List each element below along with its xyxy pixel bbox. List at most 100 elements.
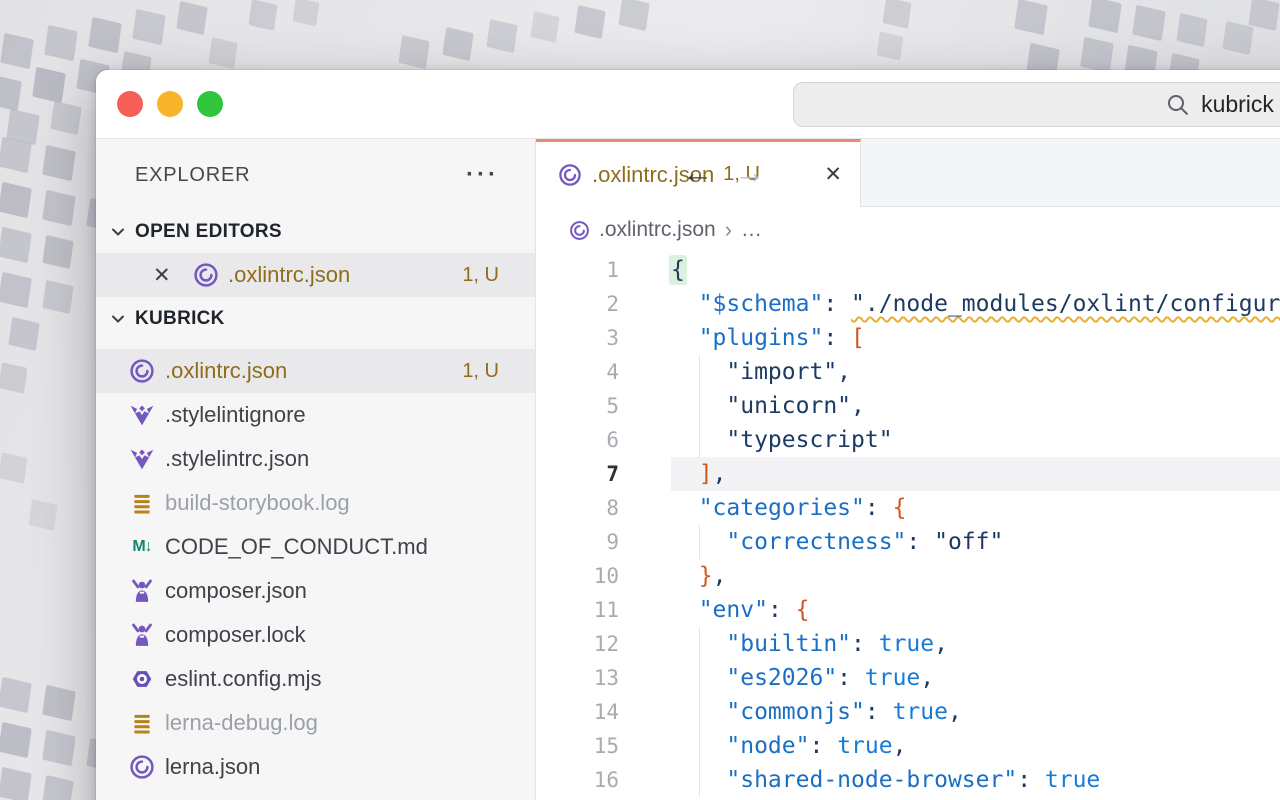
file-row[interactable]: eslint.config.mjs — [96, 657, 535, 701]
editor-pane: .oxlintrc.json 1, U ✕ .oxlintrc.json › …… — [536, 139, 1280, 800]
code-text: "correctness": "off" — [671, 525, 1280, 559]
close-tab-icon[interactable]: ✕ — [824, 162, 842, 187]
line-number: 4 — [536, 355, 671, 389]
file-row[interactable]: .stylelintrc.json — [96, 437, 535, 481]
open-editors-header[interactable]: OPEN EDITORS — [96, 211, 535, 253]
file-row[interactable]: .stylelintignore — [96, 393, 535, 437]
line-number: 8 — [536, 491, 671, 525]
file-row[interactable]: lerna.json — [96, 745, 535, 789]
code-line[interactable]: 7 ], — [536, 457, 1280, 491]
log-icon — [129, 490, 155, 516]
file-row[interactable]: build-storybook.log — [96, 481, 535, 525]
code-line[interactable]: 1{ — [536, 253, 1280, 287]
file-row[interactable]: M↓ CODE_OF_CONDUCT.md — [96, 525, 535, 569]
search-icon — [1166, 93, 1190, 117]
file-row[interactable]: composer.json — [96, 569, 535, 613]
code-text: { — [671, 253, 1280, 287]
close-window-button[interactable] — [117, 91, 143, 117]
code-line[interactable]: 14 "commonjs": true, — [536, 695, 1280, 729]
code-text: "node": true, — [671, 729, 1280, 763]
line-number: 13 — [536, 661, 671, 695]
code-line[interactable]: 13 "es2026": true, — [536, 661, 1280, 695]
code-line[interactable]: 15 "node": true, — [536, 729, 1280, 763]
explorer-title: EXPLORER — [135, 164, 250, 187]
file-row[interactable]: .oxlintrc.json 1, U — [96, 349, 535, 393]
code-line[interactable]: 16 "shared-node-browser": true — [536, 763, 1280, 797]
code-line[interactable]: 3 "plugins": [ — [536, 321, 1280, 355]
minimize-window-button[interactable] — [157, 91, 183, 117]
editor-window: ← → kubrick EXPLORER ··· OPEN EDITORS ✕ … — [96, 70, 1280, 800]
code-text: "shared-node-browser": true — [671, 763, 1280, 797]
stylelint-icon — [129, 446, 155, 472]
code-line[interactable]: 6 "typescript" — [536, 423, 1280, 457]
oxlint-icon — [569, 220, 590, 241]
file-name: CODE_OF_CONDUCT.md — [165, 534, 428, 560]
indent-guide — [699, 695, 700, 729]
search-value: kubrick — [1201, 91, 1274, 118]
line-number: 16 — [536, 763, 671, 797]
breadcrumb-separator-icon: › — [725, 217, 732, 243]
line-number: 10 — [536, 559, 671, 593]
search-input[interactable]: kubrick — [793, 82, 1280, 127]
line-number: 7 — [536, 457, 671, 491]
file-name: build-storybook.log — [165, 490, 350, 516]
code-text: "unicorn", — [671, 389, 1280, 423]
workspace-header[interactable]: KUBRICK — [96, 297, 535, 341]
lerna-icon — [129, 754, 155, 780]
line-number: 12 — [536, 627, 671, 661]
code-line[interactable]: 9 "correctness": "off" — [536, 525, 1280, 559]
file-name: .oxlintrc.json — [165, 358, 287, 384]
markdown-icon: M↓ — [129, 534, 155, 560]
file-row[interactable]: composer.lock — [96, 613, 535, 657]
modified-badge: 1, U — [462, 360, 499, 383]
code-text: "es2026": true, — [671, 661, 1280, 695]
breadcrumb[interactable]: .oxlintrc.json › … — [536, 207, 1280, 253]
file-list: .oxlintrc.json 1, U .stylelintignore .style… — [96, 349, 535, 789]
code-line[interactable]: 5 "unicorn", — [536, 389, 1280, 423]
titlebar: ← → kubrick — [96, 70, 1280, 139]
indent-guide — [699, 763, 700, 797]
indent-guide — [699, 729, 700, 763]
traffic-lights — [117, 91, 223, 117]
code-line[interactable]: 11 "env": { — [536, 593, 1280, 627]
line-number: 2 — [536, 287, 671, 321]
spacer — [96, 341, 535, 349]
code-line[interactable]: 4 "import", — [536, 355, 1280, 389]
line-number: 6 — [536, 423, 671, 457]
forward-arrow-icon: → — [734, 155, 765, 191]
close-editor-icon[interactable]: ✕ — [153, 263, 179, 288]
zoom-window-button[interactable] — [197, 91, 223, 117]
file-name: eslint.config.mjs — [165, 666, 322, 692]
composer-icon — [129, 622, 155, 648]
code-line[interactable]: 8 "categories": { — [536, 491, 1280, 525]
breadcrumb-more[interactable]: … — [741, 218, 763, 242]
open-editor-filename: .oxlintrc.json — [228, 262, 350, 288]
code-line[interactable]: 2 "$schema": "./node_modules/oxlint/conf… — [536, 287, 1280, 321]
file-name: lerna.json — [165, 754, 260, 780]
line-number: 1 — [536, 253, 671, 287]
back-arrow-icon[interactable]: ← — [682, 155, 713, 191]
chevron-down-icon — [109, 223, 127, 241]
eslint-icon — [129, 666, 155, 692]
file-row[interactable]: lerna-debug.log — [96, 701, 535, 745]
code-area[interactable]: 1{2 "$schema": "./node_modules/oxlint/co… — [536, 253, 1280, 800]
code-text: "categories": { — [671, 491, 1280, 525]
code-text: }, — [671, 559, 1280, 593]
code-text: "$schema": "./node_modules/oxlint/config… — [671, 287, 1280, 321]
file-name: composer.json — [165, 578, 307, 604]
tab-strip: .oxlintrc.json 1, U ✕ — [536, 139, 1280, 207]
file-name: .stylelintrc.json — [165, 446, 309, 472]
stylelint-icon — [129, 402, 155, 428]
indent-guide — [699, 525, 700, 559]
open-editors-label: OPEN EDITORS — [135, 221, 282, 243]
open-editor-item[interactable]: ✕ .oxlintrc.json 1, U — [96, 253, 535, 297]
breadcrumb-file[interactable]: .oxlintrc.json — [599, 218, 716, 242]
workspace-label: KUBRICK — [135, 308, 225, 330]
chevron-down-icon — [109, 310, 127, 328]
code-line[interactable]: 12 "builtin": true, — [536, 627, 1280, 661]
line-number: 14 — [536, 695, 671, 729]
code-line[interactable]: 10 }, — [536, 559, 1280, 593]
code-text: "plugins": [ — [671, 321, 1280, 355]
more-actions-icon[interactable]: ··· — [466, 161, 499, 189]
file-name: composer.lock — [165, 622, 306, 648]
